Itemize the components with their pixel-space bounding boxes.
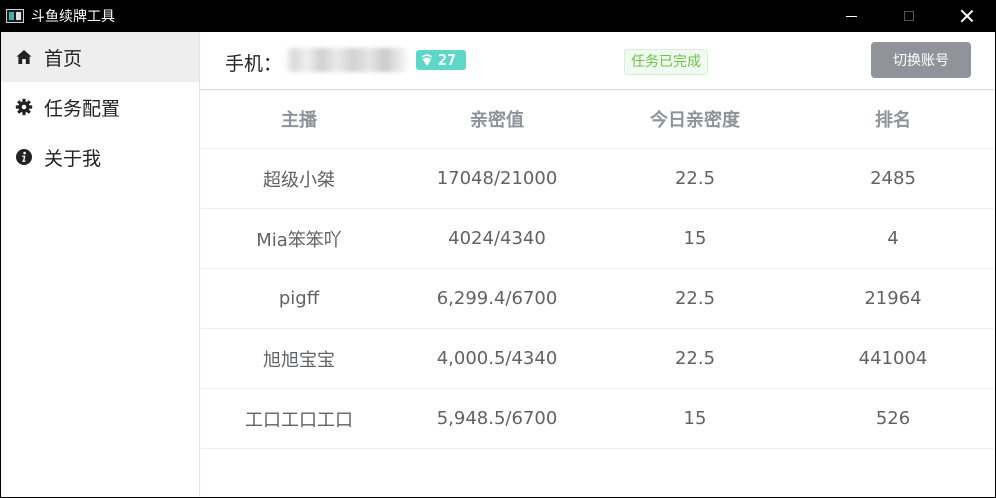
close-icon xyxy=(960,9,974,23)
fan-badge-icon xyxy=(422,54,432,66)
table-header-row: 主播 亲密值 今日亲密度 排名 xyxy=(200,90,995,149)
cell-intimacy: 5,948.5/6700 xyxy=(436,408,558,429)
table-row[interactable]: 超级小桀 17048/21000 22.5 2485 xyxy=(200,149,995,209)
sidebar: 首页 任务配置 关于我 xyxy=(1,32,200,497)
sidebar-item-label: 任务配置 xyxy=(44,97,121,120)
cell-intimacy: 4024/4340 xyxy=(448,228,546,249)
home-icon xyxy=(15,48,33,66)
column-header-intimacy[interactable]: 亲密值 xyxy=(398,106,596,132)
sidebar-item-label: 首页 xyxy=(44,47,83,70)
gear-icon xyxy=(15,98,33,116)
switch-account-button[interactable]: 切换账号 xyxy=(871,42,971,78)
status-badge: 任务已完成 xyxy=(624,49,708,75)
table-row[interactable]: Mia笨笨吖 4024/4340 15 4 xyxy=(200,209,995,269)
maximize-button[interactable] xyxy=(880,0,938,32)
cell-today-intimacy: 22.5 xyxy=(674,348,716,369)
title-bar[interactable]: 斗鱼续牌工具 xyxy=(0,0,996,32)
cell-rank: 21964 xyxy=(864,288,922,309)
sidebar-item-home[interactable]: 首页 xyxy=(1,32,199,82)
cell-rank: 2485 xyxy=(870,168,916,189)
minimize-icon xyxy=(845,15,857,17)
minimize-button[interactable] xyxy=(822,0,880,32)
table-row[interactable]: pigff 6,299.4/6700 22.5 21964 xyxy=(200,269,995,329)
cell-streamer: 工口工口工口 xyxy=(245,409,353,431)
cell-streamer: pigff xyxy=(278,288,320,309)
info-icon xyxy=(15,148,33,166)
client-area: 首页 任务配置 关于我 手机： 27 任务已完成 切换账号 主播 亲密值 今日亲… xyxy=(1,32,995,497)
window-controls xyxy=(822,0,996,32)
account-bar: 手机： 27 任务已完成 切换账号 xyxy=(200,32,995,90)
cell-rank: 4 xyxy=(887,228,899,249)
cell-today-intimacy: 15 xyxy=(683,408,707,429)
cell-today-intimacy: 15 xyxy=(683,228,707,249)
cell-intimacy: 6,299.4/6700 xyxy=(436,288,558,309)
column-header-streamer[interactable]: 主播 xyxy=(200,106,398,132)
window-title: 斗鱼续牌工具 xyxy=(31,9,115,25)
level-number: 27 xyxy=(438,51,457,69)
cell-streamer: Mia笨笨吖 xyxy=(256,229,342,251)
cell-intimacy: 17048/21000 xyxy=(436,168,558,189)
column-header-rank[interactable]: 排名 xyxy=(794,106,992,132)
cell-today-intimacy: 22.5 xyxy=(674,288,716,309)
close-button[interactable] xyxy=(938,0,996,32)
app-icon xyxy=(6,9,24,23)
level-badge: 27 xyxy=(416,50,466,70)
sidebar-item-about[interactable]: 关于我 xyxy=(1,132,199,182)
phone-number-masked xyxy=(284,48,410,72)
phone-label: 手机： xyxy=(225,53,283,75)
cell-rank: 526 xyxy=(875,408,911,429)
cell-today-intimacy: 22.5 xyxy=(674,168,716,189)
table-row[interactable]: 工口工口工口 5,948.5/6700 15 526 xyxy=(200,389,995,449)
fan-badge-table: 主播 亲密值 今日亲密度 排名 超级小桀 17048/21000 22.5 24… xyxy=(200,90,995,449)
cell-streamer: 旭旭宝宝 xyxy=(263,349,335,371)
maximize-icon xyxy=(904,11,914,21)
cell-rank: 441004 xyxy=(858,348,928,369)
cell-intimacy: 4,000.5/4340 xyxy=(436,348,558,369)
cell-streamer: 超级小桀 xyxy=(263,169,335,191)
sidebar-item-label: 关于我 xyxy=(44,147,102,170)
column-header-today-intimacy[interactable]: 今日亲密度 xyxy=(596,106,794,132)
sidebar-item-task-config[interactable]: 任务配置 xyxy=(1,82,199,132)
app-window: 斗鱼续牌工具 首页 任务配置 关于我 手机： 27 任务已完成 切换账号 主播 … xyxy=(0,0,996,498)
main-panel: 手机： 27 任务已完成 切换账号 主播 亲密值 今日亲密度 排名 超级小桀 1… xyxy=(200,32,995,497)
table-row[interactable]: 旭旭宝宝 4,000.5/4340 22.5 441004 xyxy=(200,329,995,389)
